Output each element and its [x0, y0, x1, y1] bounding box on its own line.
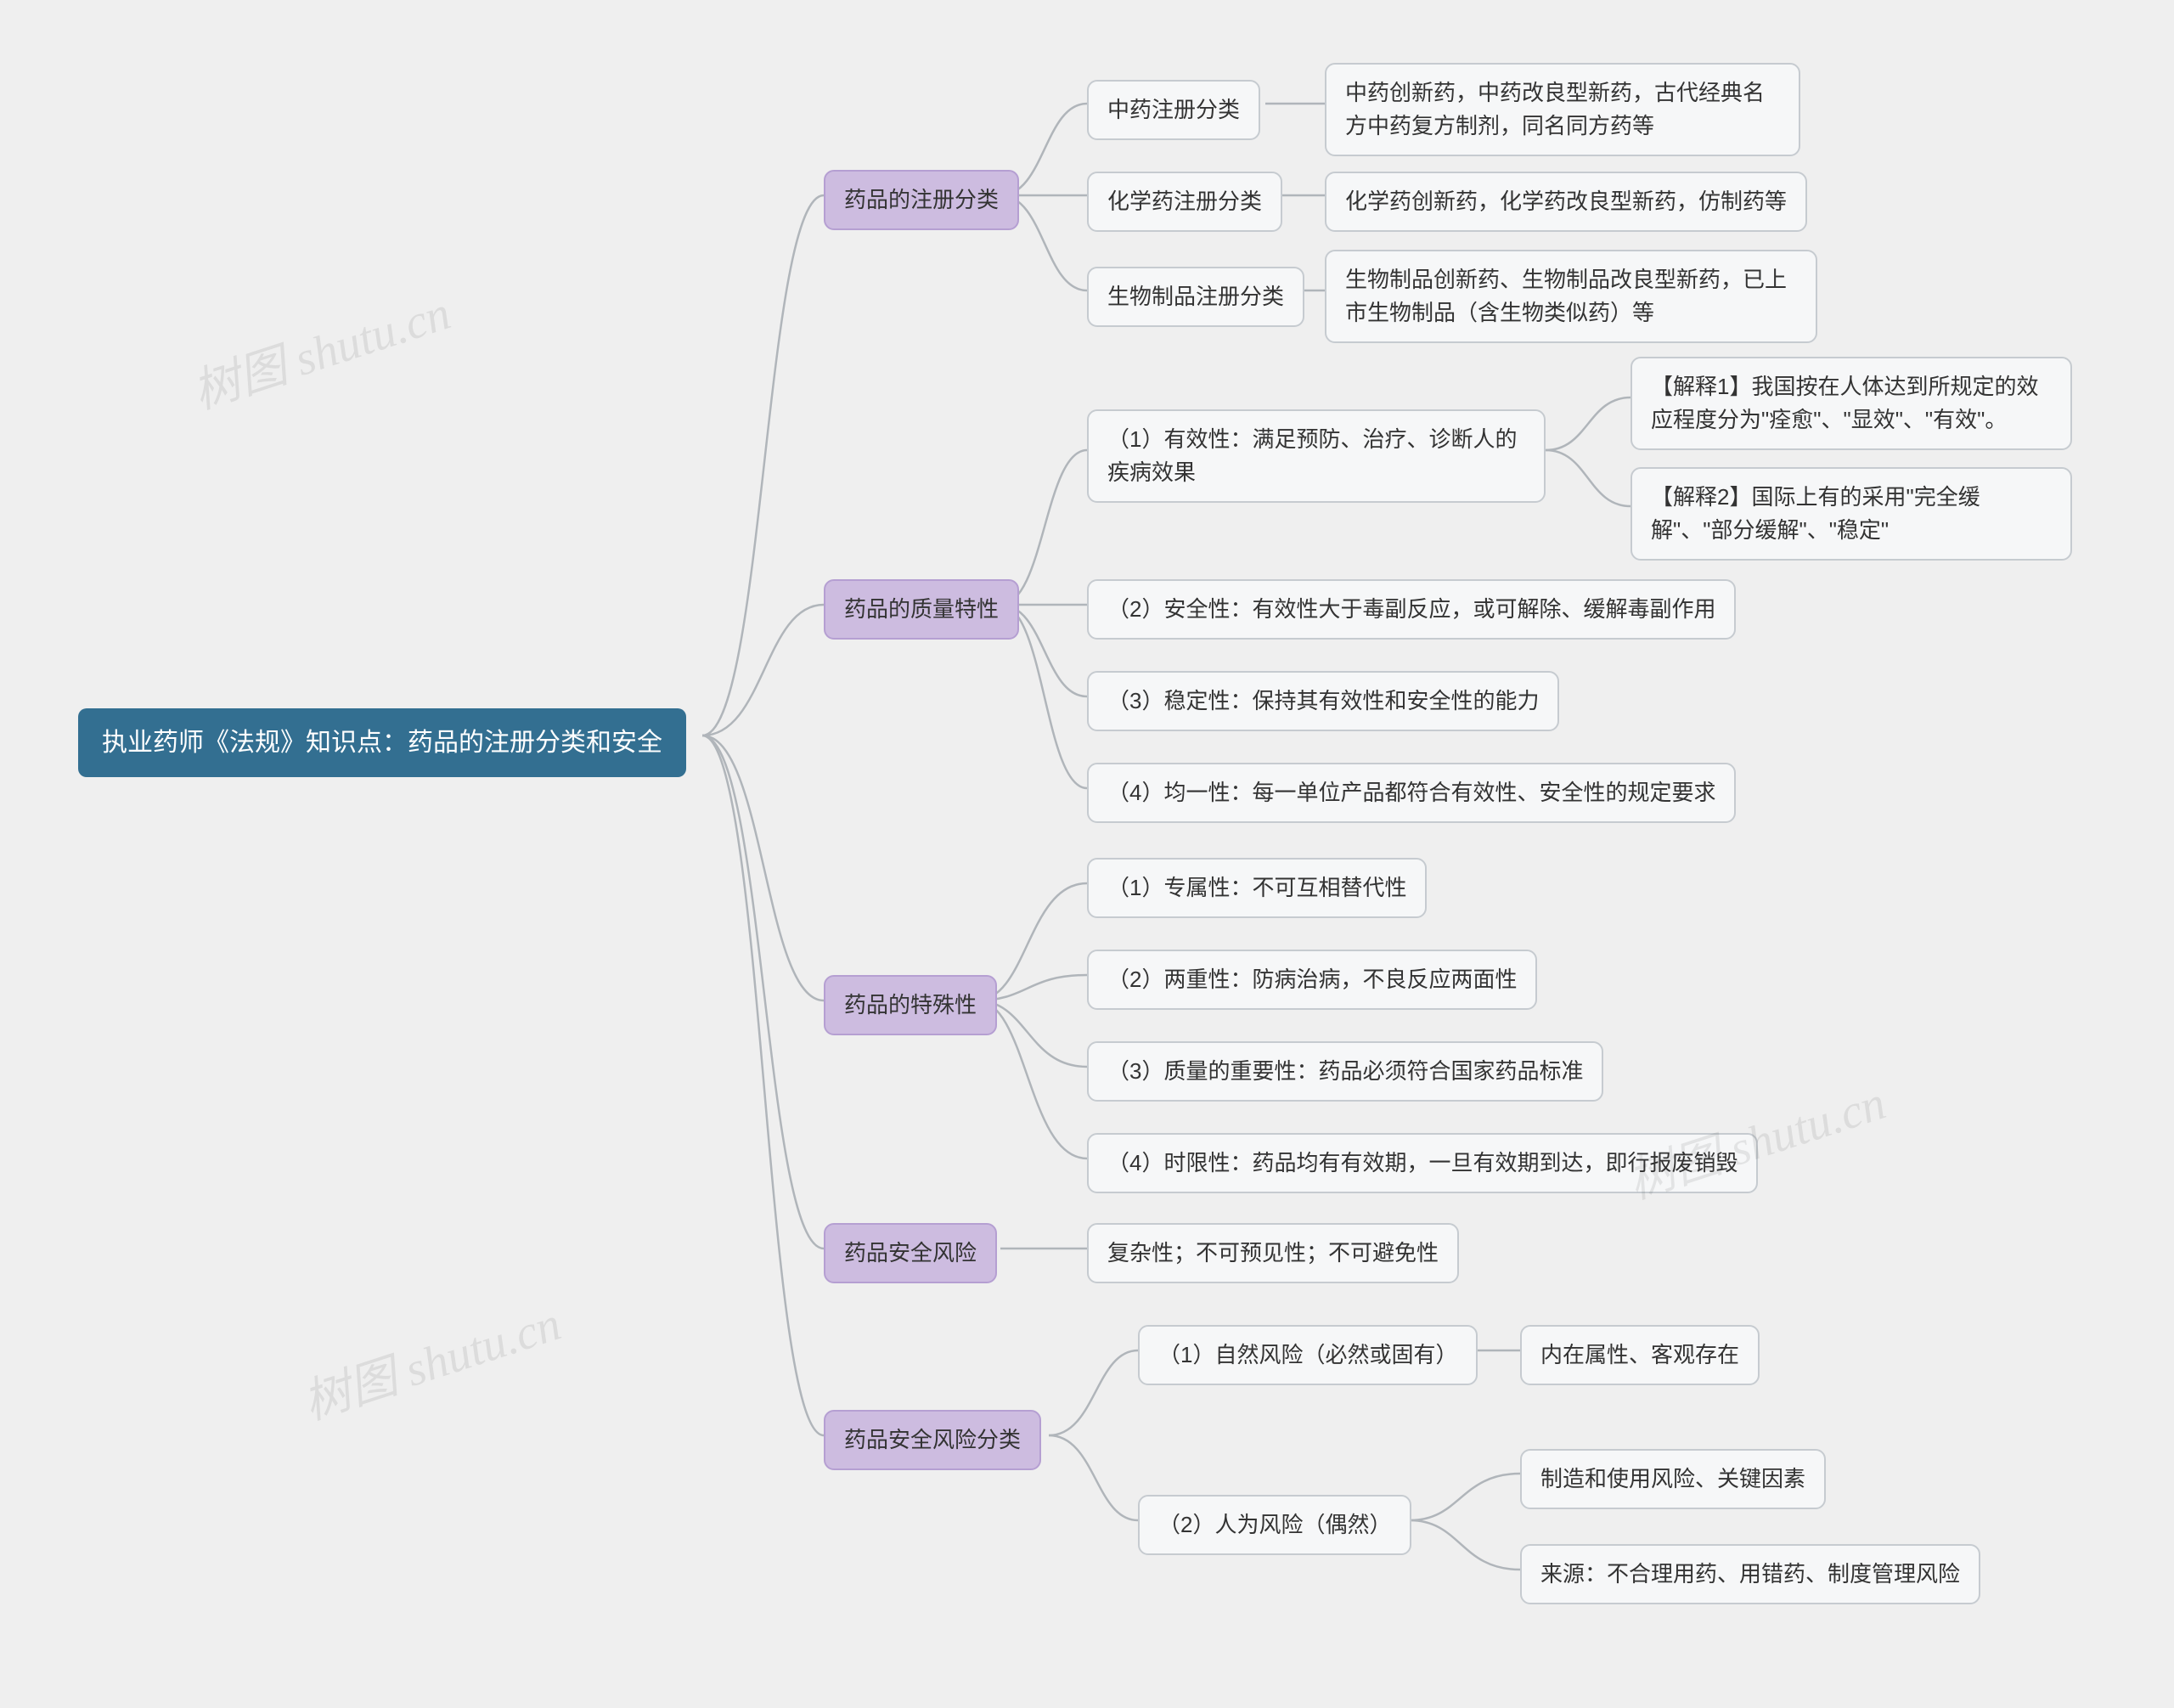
reg-huaxue[interactable]: 化学药注册分类	[1087, 172, 1282, 232]
risk-natural-desc: 内在属性、客观存在	[1520, 1325, 1760, 1385]
connectors	[0, 0, 2174, 1708]
watermark: 树图 shutu.cn	[293, 1285, 568, 1433]
quality-uniform[interactable]: （4）均一性：每一单位产品都符合有效性、安全性的规定要求	[1087, 763, 1736, 823]
quality-effective[interactable]: （1）有效性：满足预防、治疗、诊断人的疾病效果	[1087, 409, 1546, 503]
cat-quality[interactable]: 药品的质量特性	[824, 579, 1019, 640]
quality-effective-exp2: 【解释2】国际上有的采用"完全缓解"、"部分缓解"、"稳定"	[1630, 467, 2072, 561]
reg-zhongyao[interactable]: 中药注册分类	[1087, 80, 1260, 140]
special-quality[interactable]: （3）质量的重要性：药品必须符合国家药品标准	[1087, 1041, 1603, 1102]
reg-huaxue-desc: 化学药创新药，化学药改良型新药，仿制药等	[1325, 172, 1807, 232]
risk-natural[interactable]: （1）自然风险（必然或固有）	[1138, 1325, 1478, 1385]
quality-safety[interactable]: （2）安全性：有效性大于毒副反应，或可解除、缓解毒副作用	[1087, 579, 1736, 640]
quality-effective-exp1: 【解释1】我国按在人体达到所规定的效应程度分为"痊愈"、"显效"、"有效"。	[1630, 357, 2072, 450]
watermark: 树图 shutu.cn	[183, 274, 458, 422]
special-exclusive[interactable]: （1）专属性：不可互相替代性	[1087, 858, 1427, 918]
risk-human[interactable]: （2）人为风险（偶然）	[1138, 1495, 1411, 1555]
quality-stability[interactable]: （3）稳定性：保持其有效性和安全性的能力	[1087, 671, 1559, 731]
special-time[interactable]: （4）时限性：药品均有有效期，一旦有效期到达，即行报废销毁	[1087, 1133, 1758, 1193]
risk-human-desc2: 来源：不合理用药、用错药、制度管理风险	[1520, 1544, 1980, 1604]
reg-zhongyao-desc: 中药创新药，中药改良型新药，古代经典名方中药复方制剂，同名同方药等	[1325, 63, 1800, 156]
cat-special[interactable]: 药品的特殊性	[824, 975, 997, 1035]
risk-human-desc1: 制造和使用风险、关键因素	[1520, 1449, 1826, 1509]
reg-shengwu-desc: 生物制品创新药、生物制品改良型新药，已上市生物制品（含生物类似药）等	[1325, 250, 1817, 343]
reg-shengwu[interactable]: 生物制品注册分类	[1087, 267, 1304, 327]
cat-risk-class[interactable]: 药品安全风险分类	[824, 1410, 1041, 1470]
root-node[interactable]: 执业药师《法规》知识点：药品的注册分类和安全	[78, 708, 686, 777]
risk-desc: 复杂性；不可预见性；不可避免性	[1087, 1223, 1459, 1283]
cat-risk[interactable]: 药品安全风险	[824, 1223, 997, 1283]
special-dual[interactable]: （2）两重性：防病治病，不良反应两面性	[1087, 950, 1537, 1010]
cat-registration[interactable]: 药品的注册分类	[824, 170, 1019, 230]
